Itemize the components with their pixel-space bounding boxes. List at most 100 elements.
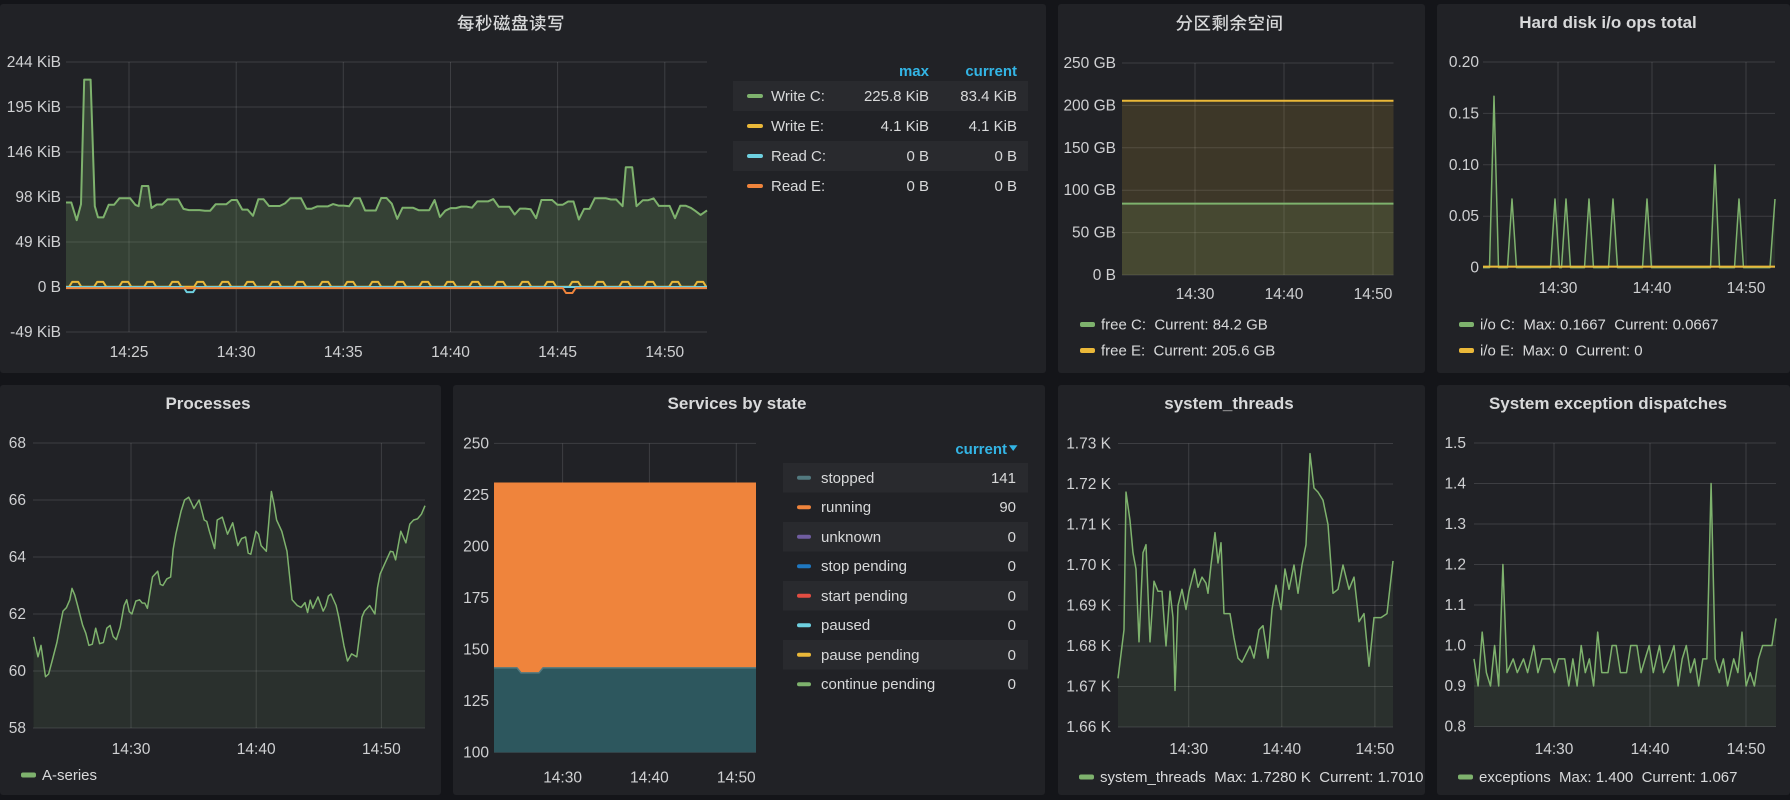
svg-text:exceptions Max: 1.400 Curren: exceptions Max: 1.400 Current: 1.067 (1479, 769, 1737, 786)
svg-text:0 B: 0 B (994, 148, 1017, 165)
svg-text:0: 0 (1008, 647, 1016, 664)
svg-text:14:30: 14:30 (1176, 286, 1215, 303)
svg-text:current: current (955, 441, 1007, 458)
svg-text:244 KiB: 244 KiB (7, 54, 61, 71)
svg-text:225: 225 (463, 487, 489, 504)
svg-text:current: current (965, 63, 1017, 80)
svg-text:0: 0 (1008, 588, 1016, 605)
svg-text:141: 141 (991, 470, 1016, 487)
svg-text:stopped: stopped (821, 470, 874, 487)
svg-text:1.68 K: 1.68 K (1066, 638, 1111, 655)
svg-text:14:50: 14:50 (717, 770, 756, 787)
svg-text:58: 58 (9, 720, 26, 737)
svg-text:150 GB: 150 GB (1063, 140, 1116, 157)
svg-text:14:40: 14:40 (431, 344, 470, 361)
svg-text:83.4 KiB: 83.4 KiB (960, 88, 1017, 105)
svg-text:14:50: 14:50 (1727, 741, 1766, 758)
svg-text:system_threads: system_threads (1164, 394, 1293, 413)
svg-text:14:40: 14:40 (237, 741, 276, 758)
svg-text:1.2: 1.2 (1444, 557, 1466, 574)
svg-text:175: 175 (463, 590, 489, 607)
svg-text:0: 0 (1008, 529, 1016, 546)
svg-text:system_threads Max: 1.7280 K: system_threads Max: 1.7280 K Current: 1.… (1100, 769, 1424, 786)
svg-text:1.4: 1.4 (1444, 476, 1466, 493)
svg-text:14:50: 14:50 (1354, 286, 1393, 303)
svg-text:0.05: 0.05 (1449, 208, 1479, 225)
svg-text:14:40: 14:40 (1631, 741, 1670, 758)
svg-text:14:30: 14:30 (112, 741, 151, 758)
svg-text:195 KiB: 195 KiB (7, 99, 61, 116)
svg-text:14:25: 14:25 (110, 344, 149, 361)
svg-text:stop pending: stop pending (821, 558, 907, 575)
svg-text:-49 KiB: -49 KiB (10, 324, 61, 341)
svg-text:14:30: 14:30 (1539, 280, 1578, 297)
svg-text:49 KiB: 49 KiB (15, 234, 61, 251)
svg-text:i/o C: Max: 0.1667 Current:: i/o C: Max: 0.1667 Current: 0.0667 (1480, 317, 1718, 334)
svg-text:Read E:: Read E: (771, 178, 825, 195)
svg-text:0.15: 0.15 (1449, 105, 1479, 122)
svg-text:1.72 K: 1.72 K (1066, 476, 1111, 493)
svg-text:14:40: 14:40 (1265, 286, 1304, 303)
svg-text:1.73 K: 1.73 K (1066, 436, 1111, 453)
svg-text:Hard disk i/o ops total: Hard disk i/o ops total (1519, 13, 1697, 32)
svg-text:0 B: 0 B (994, 178, 1017, 195)
svg-text:14:30: 14:30 (217, 344, 256, 361)
svg-text:68: 68 (9, 435, 26, 452)
svg-text:146 KiB: 146 KiB (7, 144, 61, 161)
svg-text:running: running (821, 499, 871, 516)
svg-text:1.1: 1.1 (1444, 597, 1466, 614)
svg-text:0: 0 (1008, 676, 1016, 693)
svg-text:225.8 KiB: 225.8 KiB (864, 88, 929, 105)
svg-text:Read C:: Read C: (771, 148, 826, 165)
svg-text:14:30: 14:30 (1169, 741, 1208, 758)
svg-text:1.0: 1.0 (1444, 638, 1466, 655)
svg-text:14:50: 14:50 (362, 741, 401, 758)
svg-text:0: 0 (1470, 260, 1479, 277)
svg-text:14:30: 14:30 (1535, 741, 1574, 758)
svg-text:14:45: 14:45 (538, 344, 577, 361)
svg-text:14:40: 14:40 (1262, 741, 1301, 758)
svg-text:0 B: 0 B (38, 279, 61, 296)
svg-text:0: 0 (1008, 558, 1016, 575)
svg-text:Services by state: Services by state (668, 394, 807, 413)
svg-text:50 GB: 50 GB (1072, 225, 1116, 242)
svg-text:0.8: 0.8 (1444, 719, 1466, 736)
svg-text:90: 90 (999, 499, 1016, 516)
svg-text:paused: paused (821, 617, 870, 634)
svg-text:max: max (899, 63, 930, 80)
svg-text:1.5: 1.5 (1444, 435, 1466, 452)
svg-text:1.3: 1.3 (1444, 516, 1466, 533)
svg-text:14:30: 14:30 (543, 770, 582, 787)
svg-text:Write C:: Write C: (771, 88, 825, 105)
svg-text:100: 100 (463, 744, 489, 761)
svg-text:4.1 KiB: 4.1 KiB (881, 118, 929, 135)
svg-text:0 B: 0 B (906, 148, 929, 165)
svg-text:A-series: A-series (42, 767, 97, 784)
svg-text:150: 150 (463, 641, 489, 658)
svg-text:0: 0 (1008, 617, 1016, 634)
svg-text:60: 60 (9, 663, 27, 680)
svg-text:0.9: 0.9 (1444, 678, 1466, 695)
svg-text:62: 62 (9, 606, 26, 623)
svg-text:14:50: 14:50 (1727, 280, 1766, 297)
svg-text:250 GB: 250 GB (1063, 55, 1116, 72)
svg-text:unknown: unknown (821, 529, 881, 546)
svg-text:1.70 K: 1.70 K (1066, 557, 1111, 574)
svg-text:i/o E: Max: 0 Current: 0: i/o E: Max: 0 Current: 0 (1480, 343, 1643, 360)
svg-text:125: 125 (463, 693, 489, 710)
svg-text:1.66 K: 1.66 K (1066, 719, 1111, 736)
svg-text:pause pending: pause pending (821, 647, 919, 664)
svg-text:Processes: Processes (165, 394, 250, 413)
svg-text:1.67 K: 1.67 K (1066, 679, 1111, 696)
svg-text:250: 250 (463, 435, 489, 452)
svg-text:System exception dispatches: System exception dispatches (1489, 394, 1727, 413)
svg-text:continue pending: continue pending (821, 676, 935, 693)
svg-text:14:50: 14:50 (1356, 741, 1395, 758)
svg-text:free E: Current: 205.6 GB: free E: Current: 205.6 GB (1101, 343, 1275, 360)
svg-text:1.69 K: 1.69 K (1066, 598, 1111, 615)
svg-text:start pending: start pending (821, 588, 908, 605)
svg-text:0.10: 0.10 (1449, 157, 1480, 174)
svg-text:98 KiB: 98 KiB (15, 189, 61, 206)
svg-text:Write E:: Write E: (771, 118, 824, 135)
svg-text:100 GB: 100 GB (1063, 182, 1116, 199)
